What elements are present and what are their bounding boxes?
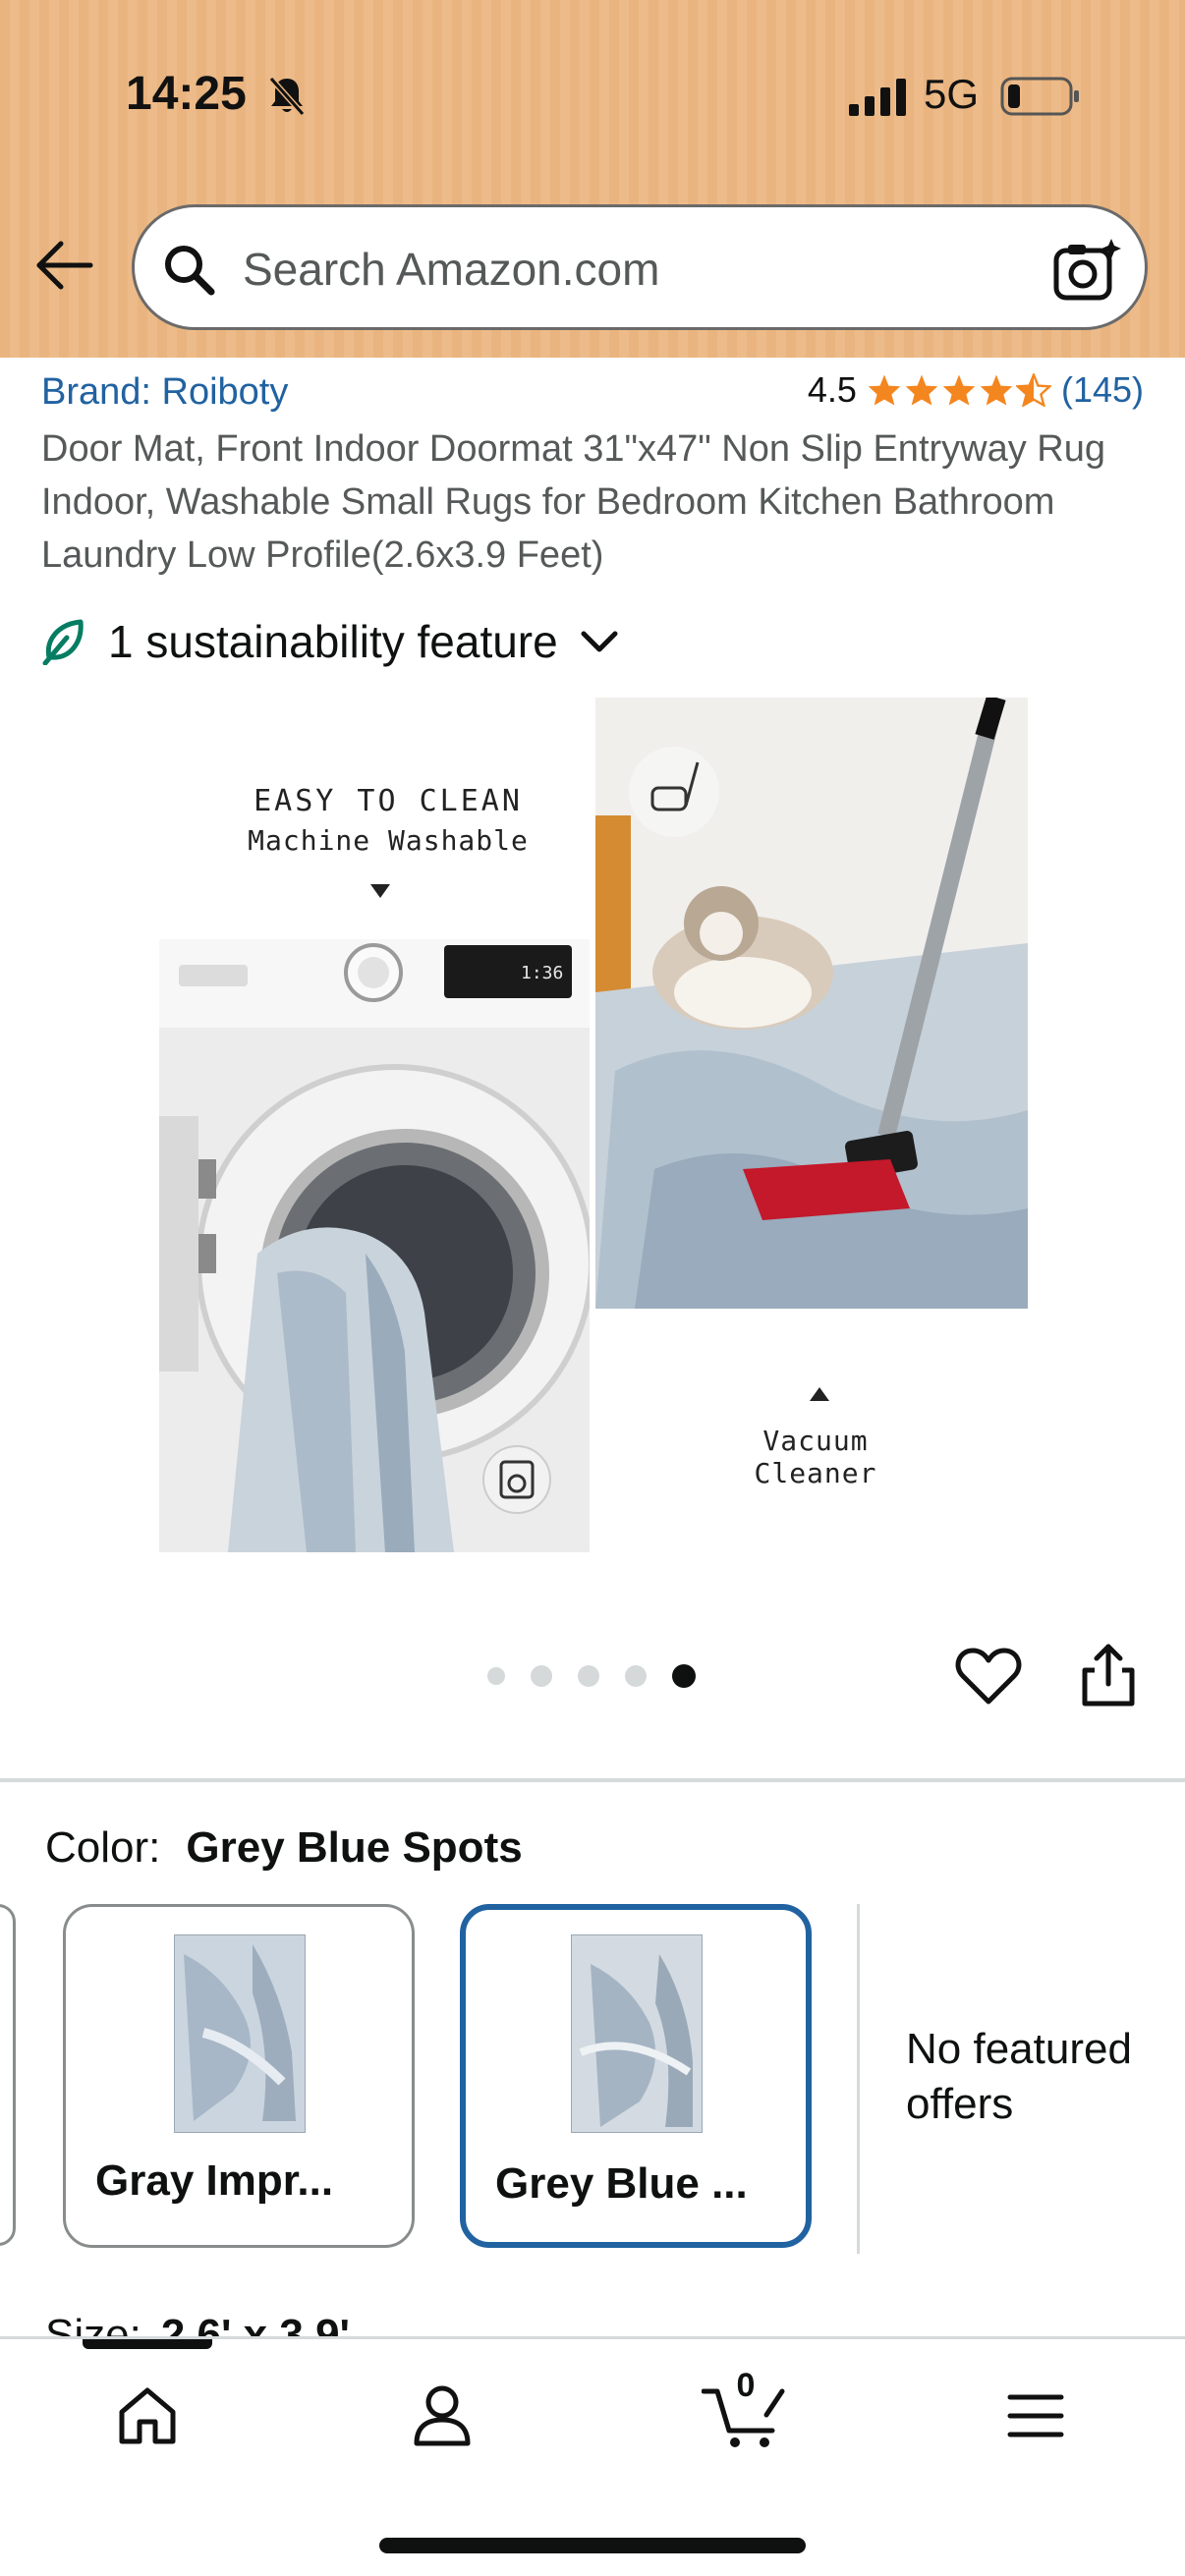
- nav-menu[interactable]: [996, 2377, 1075, 2455]
- star-icon: [868, 374, 901, 406]
- swatch-thumbnail: [571, 1934, 703, 2133]
- color-swatch-grey-blue-spots[interactable]: Grey Blue ...: [460, 1904, 812, 2248]
- leaf-icon: [42, 619, 84, 665]
- bell-slash-icon: [268, 77, 306, 116]
- star-icon: [905, 374, 938, 406]
- header: 14:25 5G: [0, 0, 1185, 358]
- up-triangle-icon: [810, 1387, 829, 1401]
- swatch-thumbnail: [174, 1934, 306, 2133]
- account-icon: [414, 2385, 471, 2446]
- color-label: Color:: [45, 1823, 161, 1872]
- bottom-nav: 0: [0, 2336, 1185, 2576]
- color-selection-row: Color: Grey Blue Spots: [45, 1823, 523, 1873]
- color-value: Grey Blue Spots: [186, 1823, 523, 1872]
- rating-value: 4.5: [807, 369, 857, 410]
- star-icon: [942, 374, 976, 406]
- home-indicator: [379, 2538, 806, 2553]
- product-image-gallery[interactable]: EASY TO CLEAN Machine Washable 1:36 Vacu…: [157, 698, 1028, 1562]
- star-icon: [980, 374, 1013, 406]
- search-bar[interactable]: [132, 204, 1148, 330]
- color-swatch-partial[interactable]: [0, 1904, 16, 2246]
- rating-stars: [867, 373, 1051, 407]
- search-icon[interactable]: [162, 243, 217, 298]
- section-divider: [0, 1778, 1185, 1782]
- signal-bars-icon: [849, 79, 906, 116]
- chevron-down-icon: [581, 631, 618, 652]
- camera-search-icon[interactable]: [1052, 237, 1123, 302]
- color-swatch-gray-impression[interactable]: Gray Impr...: [63, 1904, 415, 2248]
- gallery-dot-active[interactable]: [672, 1664, 696, 1688]
- gallery-dot[interactable]: [625, 1665, 647, 1687]
- search-input[interactable]: [243, 235, 1029, 304]
- menu-icon: [1007, 2394, 1064, 2437]
- battery-icon: [1000, 77, 1079, 116]
- caption-vacuum-cleaner: Vacuum Cleaner: [754, 1425, 877, 1489]
- share-icon[interactable]: [1081, 1643, 1136, 1708]
- nav-home[interactable]: [108, 2377, 187, 2455]
- sustainability-label: 1 sustainability feature: [108, 616, 558, 667]
- gallery-dot[interactable]: [578, 1665, 599, 1687]
- gallery-dot[interactable]: [487, 1667, 505, 1685]
- gallery-dot[interactable]: [531, 1665, 552, 1687]
- status-time: 14:25: [126, 68, 247, 120]
- caption-easy-to-clean: EASY TO CLEAN: [254, 784, 523, 818]
- vacuum-cleaner-image: [595, 698, 1028, 1309]
- brand-link[interactable]: Brand: Roiboty: [41, 371, 288, 414]
- cart-count: 0: [736, 2367, 756, 2404]
- washing-machine-image: 1:36: [159, 939, 590, 1552]
- nav-account[interactable]: [403, 2377, 481, 2455]
- swatch-label: Gray Impr...: [95, 2156, 334, 2205]
- gallery-caption-easy-clean: EASY TO CLEAN Machine Washable: [187, 784, 590, 857]
- rating-summary[interactable]: 4.5 (145): [808, 369, 1144, 411]
- active-tab-indicator: [83, 2339, 212, 2349]
- sustainability-toggle[interactable]: 1 sustainability feature: [41, 615, 619, 668]
- network-label: 5G: [924, 71, 980, 117]
- swatch-label: Grey Blue ...: [495, 2159, 748, 2208]
- down-triangle-icon: [370, 884, 390, 898]
- no-featured-offers: No featured offers: [906, 2025, 1132, 2128]
- star-half-icon: [1015, 373, 1051, 407]
- home-icon: [119, 2387, 176, 2444]
- svg-text:1:36: 1:36: [521, 963, 563, 983]
- caption-machine-washable: Machine Washable: [248, 824, 529, 857]
- review-count[interactable]: (145): [1061, 369, 1144, 411]
- vertical-divider: [857, 1904, 860, 2254]
- product-title: Door Mat, Front Indoor Doormat 31"x47" N…: [41, 428, 1105, 576]
- gallery-pagination[interactable]: [487, 1664, 696, 1688]
- back-arrow-icon[interactable]: [33, 238, 96, 293]
- heart-icon[interactable]: [955, 1647, 1022, 1708]
